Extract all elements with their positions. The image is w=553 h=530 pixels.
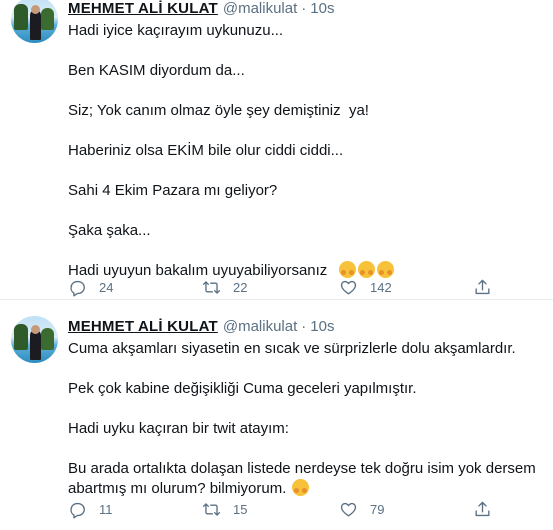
- tweet-text: Cuma akşamları siyasetin en sıcak ve sür…: [68, 339, 538, 499]
- avatar[interactable]: [11, 0, 58, 43]
- hugging-face-icon: [339, 261, 357, 278]
- separator-dot: ·: [301, 318, 307, 335]
- retweet-count: 22: [233, 279, 248, 295]
- tweet-paragraph: Siz; Yok canım olmaz öyle şey demiştiniz…: [68, 102, 369, 119]
- author-handle[interactable]: @malikulat: [223, 0, 297, 17]
- retweet-button[interactable]: 15: [202, 499, 247, 519]
- heart-icon: [340, 502, 357, 517]
- tweet-paragraph: Haberiniz olsa EKİM bile olur ciddi cidd…: [68, 142, 344, 159]
- reply-count: 11: [99, 501, 113, 517]
- tweet-paragraph: Cuma akşamları siyasetin en sıcak ve sür…: [68, 340, 516, 357]
- tweet-paragraph: Hadi uyku kaçıran bir twit atayım:: [68, 420, 289, 437]
- author-handle[interactable]: @malikulat: [223, 318, 297, 335]
- separator-dot: ·: [301, 0, 307, 17]
- tweet-paragraph: Hadi iyice kaçırayım uykunuzu...: [68, 22, 284, 39]
- reply-button[interactable]: 24: [68, 277, 113, 297]
- tweet-actions: 24 22 142: [68, 277, 508, 297]
- author-name[interactable]: MEHMET ALİ KULAT: [68, 0, 218, 17]
- share-button[interactable]: [473, 277, 492, 297]
- tweet-paragraph: Sahi 4 Ekim Pazara mı geliyor?: [68, 182, 278, 199]
- reply-icon: [70, 502, 85, 518]
- reply-count: 24: [99, 279, 114, 295]
- hugging-face-icon: [377, 261, 395, 278]
- tweet-header: MEHMET ALİ KULAT @malikulat · 10s: [68, 317, 334, 337]
- share-icon: [475, 279, 490, 294]
- hugging-face-icon: [358, 261, 376, 278]
- tweet-timestamp[interactable]: 10s: [310, 318, 334, 335]
- tweet-header: MEHMET ALİ KULAT @malikulat · 10s: [68, 0, 334, 19]
- share-button[interactable]: [473, 499, 492, 519]
- tweet-paragraph: Pek çok kabine değişikliği Cuma geceleri…: [68, 380, 417, 397]
- like-count: 79: [370, 501, 385, 517]
- like-button[interactable]: 142: [339, 277, 392, 297]
- tweet-actions: 11 15 79: [68, 499, 508, 519]
- hugging-face-icon: [292, 479, 310, 496]
- tweet-paragraph: Şaka şaka...: [68, 222, 151, 239]
- like-count: 142: [370, 279, 392, 295]
- retweet-icon: [202, 502, 221, 516]
- avatar[interactable]: [11, 316, 58, 363]
- tweet-paragraph: Ben KASIM diyordum da...: [68, 62, 245, 79]
- like-button[interactable]: 79: [339, 499, 384, 519]
- tweet[interactable]: MEHMET ALİ KULAT @malikulat · 10s Cuma akşa…: [0, 300, 553, 530]
- retweet-icon: [202, 280, 221, 294]
- share-icon: [475, 501, 490, 516]
- heart-icon: [340, 280, 357, 295]
- retweet-count: 15: [233, 501, 248, 517]
- tweet-timestamp[interactable]: 10s: [310, 0, 334, 17]
- tweet-text: Hadi iyice kaçırayım uykunuzu... Ben KAS…: [68, 21, 538, 281]
- reply-button[interactable]: 11: [68, 499, 113, 519]
- tweet-paragraph-last: Bu arada ortalıkta dolaşan listede nerde…: [68, 459, 538, 499]
- tweet[interactable]: MEHMET ALİ KULAT @malikulat · 10s Hadi iyic…: [0, 0, 553, 299]
- retweet-button[interactable]: 22: [202, 277, 247, 297]
- reply-icon: [70, 280, 85, 296]
- author-name[interactable]: MEHMET ALİ KULAT: [68, 318, 218, 335]
